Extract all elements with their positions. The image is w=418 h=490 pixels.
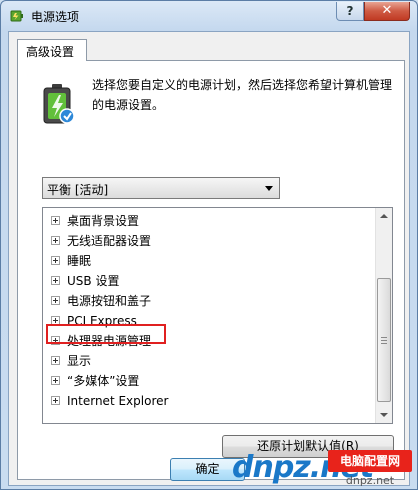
- expand-icon[interactable]: [51, 256, 60, 265]
- power-plan-dropdown[interactable]: 平衡 [活动]: [42, 177, 280, 199]
- expand-icon[interactable]: [51, 396, 60, 405]
- expand-icon[interactable]: [51, 296, 60, 305]
- tree-item-label: 睡眠: [67, 254, 92, 268]
- scroll-up-arrow-icon[interactable]: [376, 208, 392, 225]
- power-options-window: 电源选项 ? ✕ 高级设置 选择您要自定义的电源计划，然后选择您希望计算机管理的…: [0, 0, 418, 490]
- vertical-scrollbar[interactable]: [375, 208, 392, 423]
- settings-list: 桌面背景设置 无线适配器设置 睡眠 USB 设置 电源按钮和盖子 PCI Exp…: [43, 208, 376, 423]
- tree-item-wireless-adapter[interactable]: 无线适配器设置: [51, 231, 151, 251]
- expand-icon[interactable]: [51, 236, 60, 245]
- expand-icon[interactable]: [51, 276, 60, 285]
- power-options-icon: [10, 10, 23, 22]
- grip-icon: [381, 337, 387, 344]
- battery-icon: [43, 84, 74, 124]
- watermark-url: dnpz.net: [345, 474, 395, 487]
- tree-item-multimedia[interactable]: “多媒体”设置: [51, 371, 139, 391]
- help-button[interactable]: ?: [336, 2, 364, 21]
- tree-item-desktop-background[interactable]: 桌面背景设置: [51, 211, 139, 231]
- tree-item-label: “多媒体”设置: [67, 374, 140, 388]
- tree-item-label: USB 设置: [67, 274, 120, 288]
- tree-item-sleep[interactable]: 睡眠: [51, 251, 91, 271]
- chevron-down-icon[interactable]: [265, 186, 273, 191]
- tree-item-label: 无线适配器设置: [67, 234, 152, 248]
- tree-item-label: 桌面背景设置: [67, 214, 140, 228]
- tab-advanced-settings[interactable]: 高级设置: [17, 39, 87, 61]
- window-title: 电源选项: [31, 10, 80, 24]
- tree-item-label: 电源按钮和盖子: [67, 294, 152, 308]
- tree-item-label: 显示: [67, 354, 92, 368]
- scroll-down-arrow-icon[interactable]: [376, 406, 392, 423]
- expand-icon[interactable]: [51, 216, 60, 225]
- scroll-thumb[interactable]: [377, 278, 391, 402]
- advanced-settings-panel: 选择您要自定义的电源计划，然后选择您希望计算机管理的电源设置。 平衡 [活动] …: [17, 60, 405, 480]
- settings-tree[interactable]: 桌面背景设置 无线适配器设置 睡眠 USB 设置 电源按钮和盖子 PCI Exp…: [42, 207, 393, 424]
- tree-item-power-buttons-lid[interactable]: 电源按钮和盖子: [51, 291, 151, 311]
- title-bar[interactable]: 电源选项 ? ✕: [1, 1, 417, 31]
- power-plan-selected: 平衡 [活动]: [47, 183, 109, 197]
- client-area: 高级设置 选择您要自定义的电源计划，然后选择您希望计算机管理的电源设置。 平衡 …: [8, 31, 410, 486]
- tree-item-label: Internet Explorer: [67, 394, 169, 408]
- expand-icon[interactable]: [51, 376, 60, 385]
- description-text: 选择您要自定义的电源计划，然后选择您希望计算机管理的电源设置。: [92, 78, 393, 112]
- highlight-annotation-box: [46, 324, 166, 344]
- close-button[interactable]: ✕: [364, 2, 410, 21]
- watermark-badge: 电脑配置网: [328, 450, 412, 472]
- expand-icon[interactable]: [51, 356, 60, 365]
- watermark: dnpz.net 电脑配置网 dnpz.net: [232, 448, 418, 490]
- tree-item-usb[interactable]: USB 设置: [51, 271, 119, 291]
- tree-item-internet-explorer[interactable]: Internet Explorer: [51, 391, 168, 411]
- tree-item-display[interactable]: 显示: [51, 351, 91, 371]
